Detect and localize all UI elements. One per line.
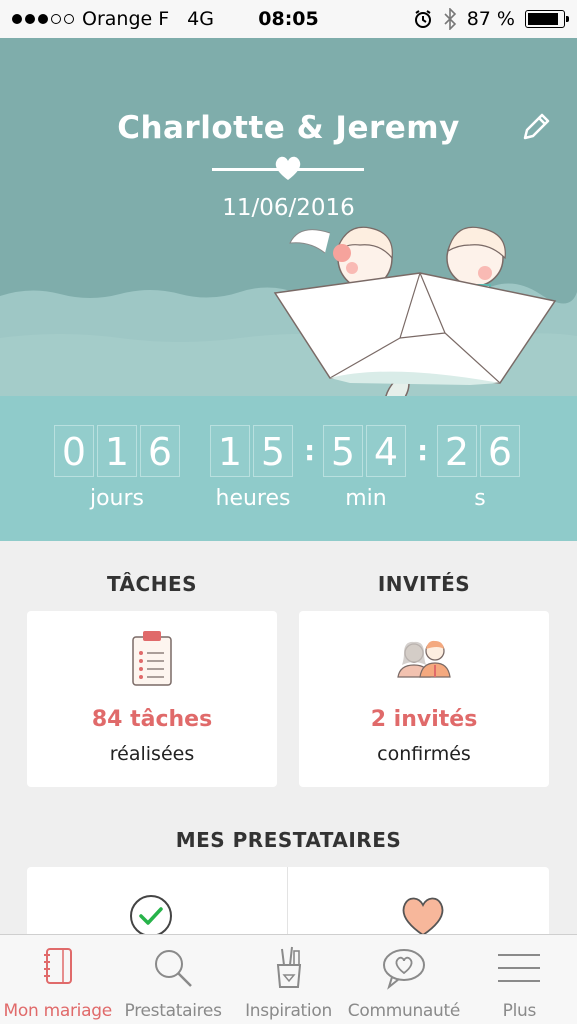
status-bar: Orange F 4G 08:05 87 % (0, 0, 577, 38)
minutes-digit: 5 (323, 425, 363, 477)
battery-percent: 87 % (466, 8, 515, 30)
days-digit: 6 (140, 425, 180, 477)
couple-names: Charlotte & Jeremy (117, 110, 460, 146)
tasks-title: TÂCHES (106, 572, 198, 596)
tab-label: Mon mariage (3, 1001, 113, 1021)
clipboard-icon (132, 631, 172, 686)
days-label: jours (89, 486, 145, 511)
tab-label: Inspiration (245, 1001, 332, 1021)
alarm-icon (414, 10, 431, 28)
seconds-digit: 2 (437, 425, 477, 477)
time-separator: : (417, 434, 429, 467)
hours-digit: 5 (253, 425, 293, 477)
tasks-sub: réalisées (109, 743, 195, 765)
search-icon (155, 950, 192, 987)
menu-icon (498, 954, 541, 982)
hours-digit: 1 (210, 425, 250, 477)
tab-mon-mariage[interactable]: Mon mariage (0, 935, 115, 1024)
bluetooth-icon (444, 8, 456, 30)
tab-label: Communauté (347, 1001, 461, 1021)
wedding-header: Charlotte & Jeremy 11/06/2016 (0, 38, 577, 396)
pencil-icon[interactable] (519, 110, 553, 144)
heart-icon (402, 897, 444, 937)
heart-icon (275, 156, 301, 180)
tab-communaute[interactable]: Communauté (346, 935, 461, 1024)
chat-heart-icon (382, 949, 425, 990)
vendors-title: MES PRESTATAIRES (175, 828, 402, 852)
tab-plus[interactable]: Plus (462, 935, 577, 1024)
notebook-icon (43, 948, 72, 984)
tab-inspiration[interactable]: Inspiration (231, 935, 346, 1024)
minutes-label: min (345, 486, 387, 511)
signal-strength-icon (12, 14, 74, 24)
seconds-digit: 6 (480, 425, 520, 477)
couple-boat-illustration (273, 226, 557, 396)
battery-icon (525, 10, 569, 28)
tab-label: Plus (502, 1001, 537, 1021)
countdown-panel: 0 1 6 1 5 : 5 4 : 2 6 jours heures min s (0, 396, 577, 541)
network-type: 4G (187, 8, 214, 30)
tab-label: Prestataires (124, 1001, 222, 1021)
seconds-label: s (474, 486, 486, 511)
guests-card[interactable]: 2 invités confirmés (299, 611, 549, 787)
guests-title: INVITÉS (377, 572, 471, 596)
check-circle-icon (130, 895, 172, 937)
tab-prestataires[interactable]: Prestataires (115, 935, 230, 1024)
minutes-digit: 4 (366, 425, 406, 477)
status-right: 87 % (413, 8, 569, 30)
bottom-tab-bar: Mon mariage Prestataires Inspiration Com… (0, 934, 577, 1024)
carrier-name: Orange F (82, 8, 170, 30)
tasks-count: 84 tâches (91, 707, 213, 732)
time-separator: : (304, 434, 316, 467)
guests-sub: confirmés (377, 743, 471, 765)
pencil-cup-icon (276, 946, 301, 988)
tasks-card[interactable]: 84 tâches réalisées (27, 611, 277, 787)
status-left: Orange F 4G (12, 8, 214, 30)
guests-count: 2 invités (370, 707, 478, 732)
couple-icon (397, 640, 451, 678)
hours-label: heures (215, 486, 291, 511)
days-digit: 0 (54, 425, 94, 477)
days-digit: 1 (97, 425, 137, 477)
